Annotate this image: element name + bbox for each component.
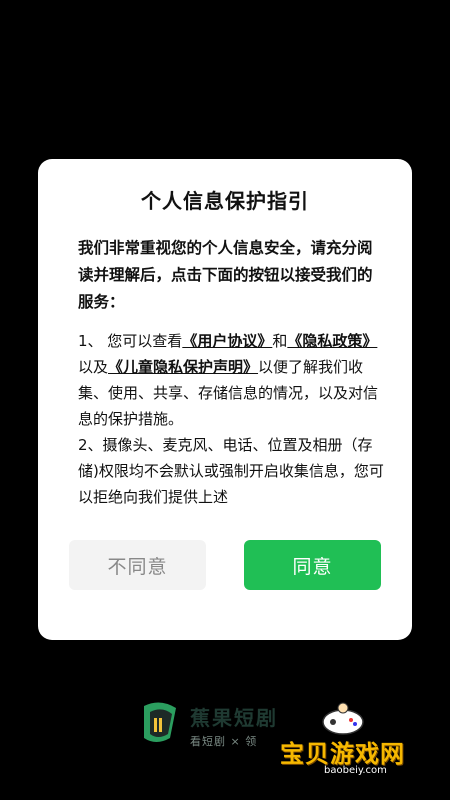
child-privacy-link[interactable]: 《儿童隐私保护声明》 [108, 358, 258, 376]
user-agreement-link[interactable]: 《用户协议》 [182, 332, 272, 350]
item-1-prefix: 1、 您可以查看 [78, 332, 183, 350]
intro-text: 我们非常重视您的个人信息安全，请充分阅读并理解后，点击下面的按钮以接受我们的服务… [78, 239, 373, 311]
item-1-and2: 以及 [78, 358, 109, 376]
gamepad-icon [322, 702, 364, 735]
agree-button[interactable]: 同意 [244, 540, 381, 590]
dialog-body: 我们非常重视您的个人信息安全，请充分阅读并理解后，点击下面的按钮以接受我们的服务… [78, 235, 386, 517]
privacy-dialog: 个人信息保护指引 我们非常重视您的个人信息安全，请充分阅读并理解后，点击下面的按… [38, 159, 412, 640]
watermark-url: baobeiy.com [324, 765, 387, 776]
disagree-button[interactable]: 不同意 [69, 540, 206, 590]
watermark-text: 宝贝游戏网 [280, 740, 405, 768]
item-1-and: 和 [272, 332, 288, 350]
dialog-title: 个人信息保护指引 [141, 189, 309, 213]
brand-slogan: 看短剧 × 领 [190, 735, 258, 748]
brand-name: 蕉果短剧 [190, 706, 278, 730]
privacy-policy-link[interactable]: 《隐私政策》 [287, 332, 377, 350]
app-logo-icon [144, 702, 176, 742]
item-2: 2、摄像头、麦克风、电话、位置及相册（存储)权限均不会默认或强制开启收集信息，您… [78, 436, 384, 506]
item-1: 1、 您可以查看《用户协议》和《隐私政策》以及《儿童隐私保护声明》以便了解我们收… [78, 328, 386, 432]
